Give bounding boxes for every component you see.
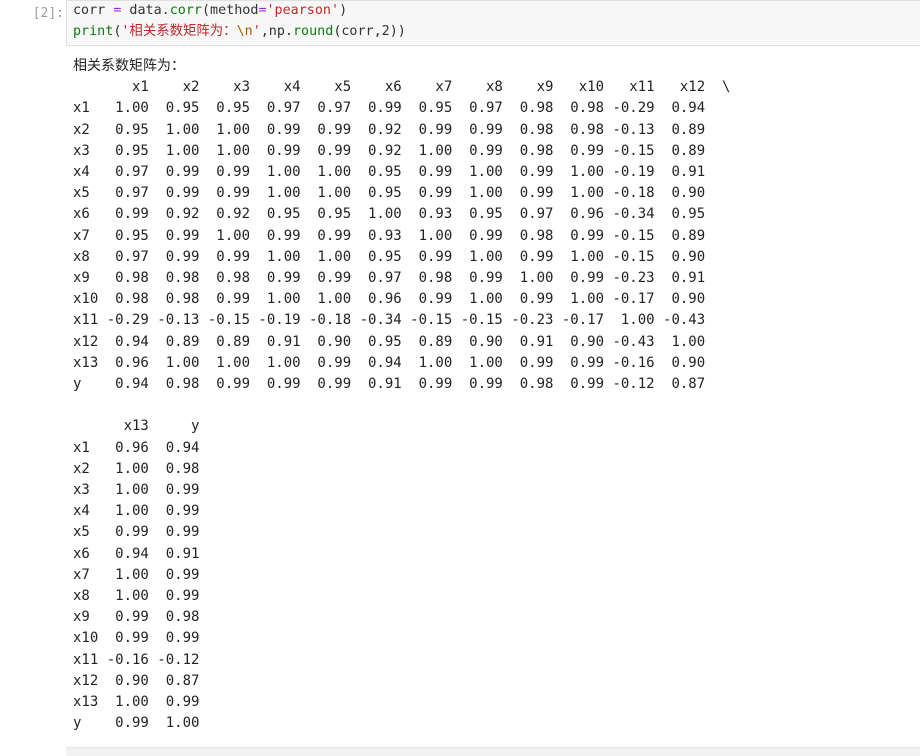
code-token-operator: = [258, 3, 267, 18]
code-token-escape: \n [236, 24, 253, 39]
code-token-string: 'pearson' [266, 3, 340, 18]
code-token: (corr,2)) [333, 24, 406, 39]
code-token-builtin: print [73, 24, 114, 39]
code-token-string: '相关系数矩阵为： [121, 24, 237, 39]
code-token: ,np. [260, 24, 293, 39]
code-token-function: round [293, 24, 334, 39]
code-token: corr [73, 3, 106, 18]
code-token-function: corr [169, 3, 202, 18]
code-line-2: print('相关系数矩阵为：\n',np.round(corr,2)) [73, 24, 406, 39]
code-editor[interactable]: corr = data.corr(method='pearson') print… [73, 0, 406, 42]
code-line-1: corr = data.corr(method='pearson') [73, 3, 347, 18]
code-token: ) [339, 3, 348, 18]
code-token-string: ' [252, 24, 261, 39]
cell-output-text: 相关系数矩阵为： x1 x2 x3 x4 x5 x6 x7 x8 x9 x10 … [73, 58, 731, 732]
cell-prompt: [2]: [32, 6, 64, 21]
code-token: data. [121, 3, 170, 18]
code-token: (method [202, 3, 259, 18]
